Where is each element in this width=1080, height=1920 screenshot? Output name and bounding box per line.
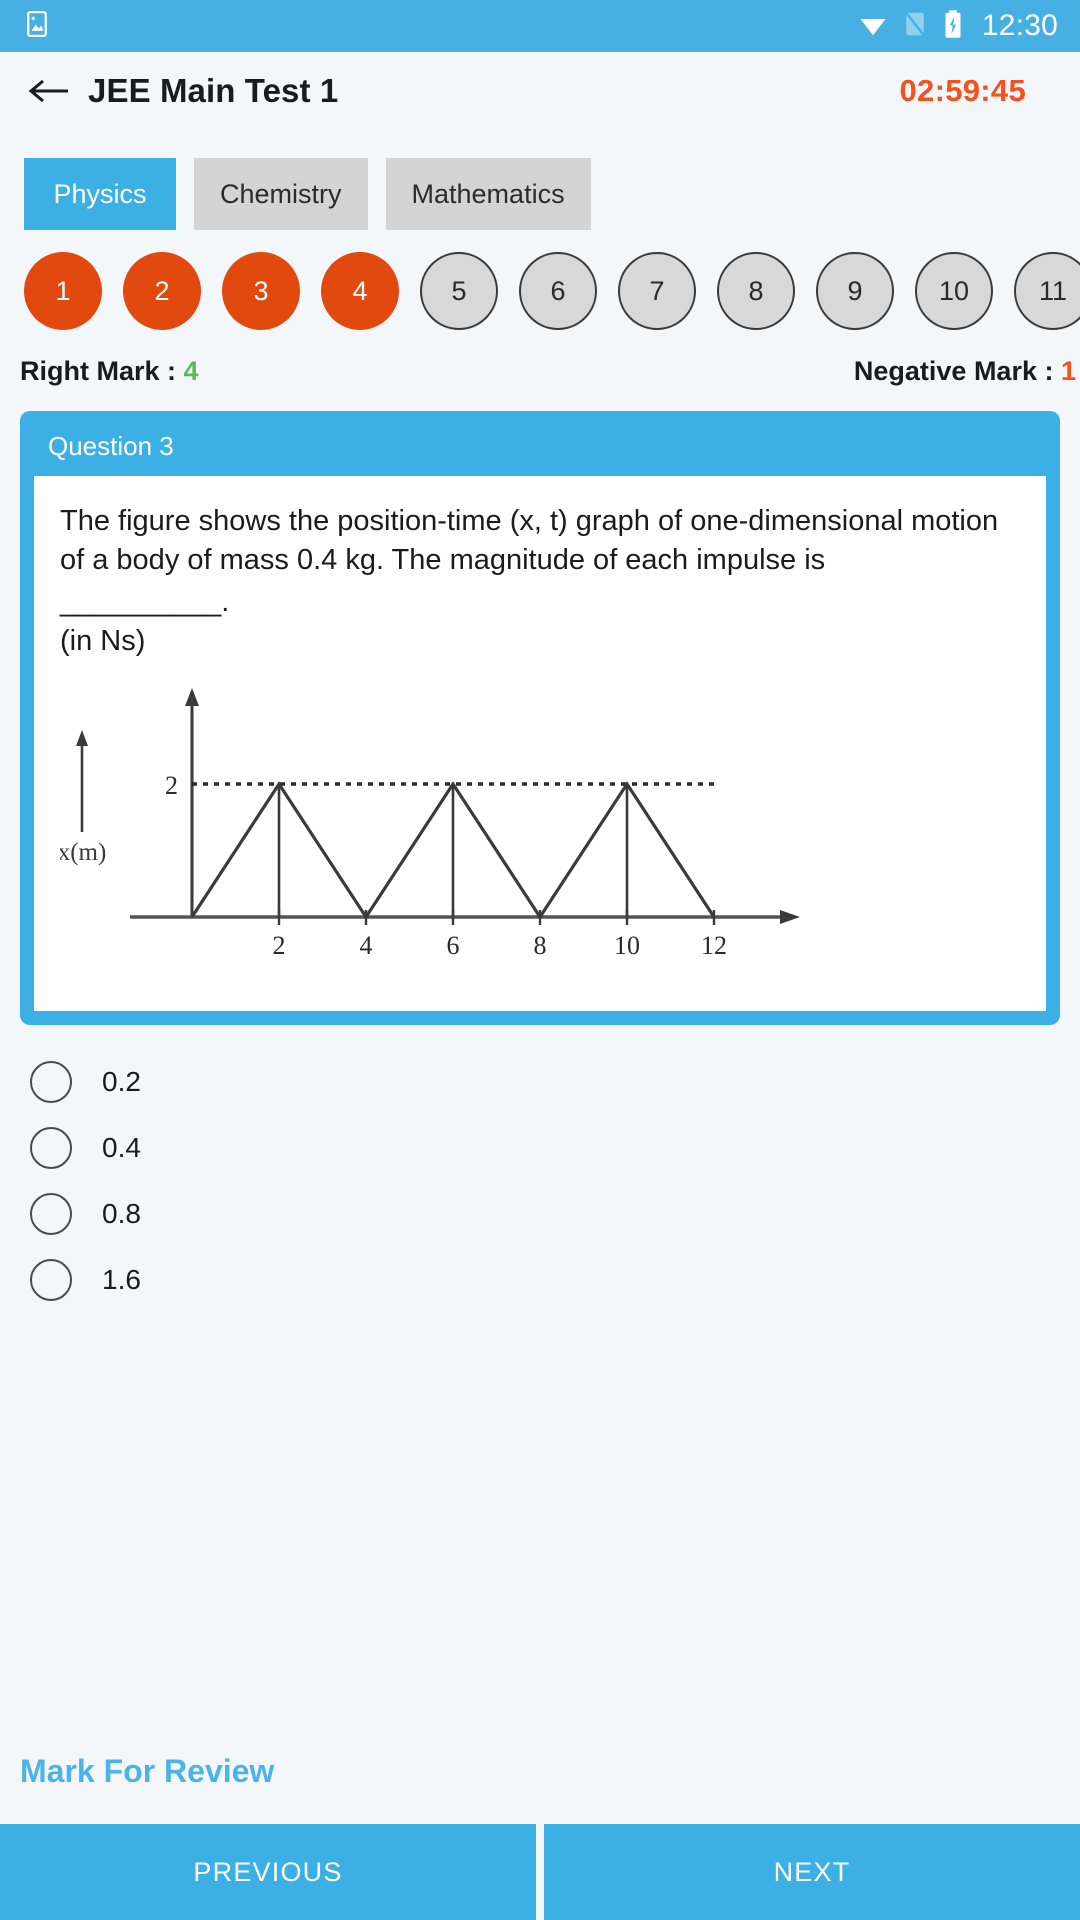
question-number-6[interactable]: 6 [519,252,597,330]
status-bar: 12:30 [0,0,1080,52]
radio-button-icon[interactable] [30,1258,72,1301]
right-mark-value: 4 [183,356,199,386]
page-title: JEE Main Test 1 [88,72,339,109]
previous-button[interactable]: PREVIOUS [0,1824,536,1920]
option-label: 0.2 [102,1065,141,1097]
tab-chemistry[interactable]: Chemistry [194,158,368,230]
question-number-2[interactable]: 2 [123,252,201,330]
negative-mark-label: Negative Mark : [853,356,1061,386]
marks-row: Right Mark : 4 Negative Mark : 1 [0,330,1080,387]
x-tick-6: 6 [447,931,460,960]
wifi-icon [858,9,888,44]
question-blank: __________. [60,586,230,619]
option-row-2[interactable]: 0.8 [30,1189,1080,1238]
question-number-8[interactable]: 8 [717,252,795,330]
question-unit: (in Ns) [60,624,146,657]
option-label: 1.6 [102,1263,141,1295]
bottom-navigation: PREVIOUS NEXT [0,1824,1080,1920]
status-bar-left [22,9,52,44]
no-sim-icon [902,9,928,44]
question-number-label: 2 [154,275,170,306]
countdown-timer: 02:59:45 [899,73,1026,108]
question-number-9[interactable]: 9 [816,252,894,330]
option-row-0[interactable]: 0.2 [30,1057,1080,1106]
question-number-11[interactable]: 11 [1014,252,1080,330]
option-label: 0.4 [102,1131,141,1163]
tab-physics[interactable]: Physics [24,158,176,230]
option-row-1[interactable]: 0.4 [30,1123,1080,1172]
question-number-label: 8 [748,275,764,306]
negative-mark: Negative Mark : 1 [854,356,1080,387]
question-number-1[interactable]: 1 [24,252,102,330]
app-header: JEE Main Test 1 02:59:45 [0,52,1080,130]
radio-button-icon[interactable] [30,1192,72,1235]
back-arrow-icon[interactable] [26,71,72,111]
option-row-3[interactable]: 1.6 [30,1255,1080,1304]
test-screen: 12:30 JEE Main Test 1 02:59:45 Physics C… [0,0,1080,1920]
mark-for-review-link[interactable]: Mark For Review [0,1753,1080,1824]
question-number-4[interactable]: 4 [321,252,399,330]
status-bar-right: 12:30 [858,9,1058,44]
question-text: The figure shows the position-time (x, t… [60,502,1020,660]
question-number-5[interactable]: 5 [420,252,498,330]
subject-tab-bar: Physics Chemistry Mathematics [0,130,1080,230]
question-number-label: 9 [847,275,863,306]
question-card-header: Question 3 [48,431,174,461]
image-icon [22,9,52,44]
tab-physics-label: Physics [53,178,147,209]
right-mark-label: Right Mark : [20,356,184,386]
question-number-label: 5 [451,275,467,306]
y-tick-2: 2 [165,771,178,800]
question-number-label: 6 [550,275,566,306]
battery-charging-icon [942,9,964,44]
question-number-7[interactable]: 7 [618,252,696,330]
question-number-label: 7 [649,275,665,306]
radio-button-icon[interactable] [30,1060,72,1103]
question-number-label: 1 [55,275,71,306]
y-axis-label: x(m) [60,839,106,866]
x-tick-2: 2 [273,931,286,960]
x-tick-8: 8 [534,931,547,960]
radio-button-icon[interactable] [30,1126,72,1169]
right-mark: Right Mark : 4 [20,356,199,387]
option-label: 0.8 [102,1197,141,1229]
answer-options: 0.2 0.4 0.8 1.6 [0,1025,1080,1321]
negative-mark-value: 1 [1060,356,1076,386]
question-number-label: 3 [253,275,269,306]
next-button-label: NEXT [773,1856,851,1887]
x-tick-12: 12 [701,931,727,960]
question-number-strip[interactable]: 1 2 3 4 5 6 7 8 9 10 11 [0,230,1080,330]
question-card: Question 3 The figure shows the position… [20,411,1060,1026]
question-number-label: 10 [938,275,970,306]
question-number-10[interactable]: 10 [915,252,993,330]
tab-chemistry-label: Chemistry [220,178,342,209]
question-number-3[interactable]: 3 [222,252,300,330]
previous-button-label: PREVIOUS [193,1856,343,1887]
question-number-label: 4 [352,275,368,306]
question-statement: The figure shows the position-time (x, t… [60,505,999,576]
tab-mathematics[interactable]: Mathematics [385,158,591,230]
position-time-graph: x(m) 2 2 4 6 8 10 12 [58,682,1020,1016]
tab-mathematics-label: Mathematics [411,178,565,209]
question-number-label: 11 [1038,275,1068,306]
next-button[interactable]: NEXT [544,1824,1080,1920]
x-tick-4: 4 [360,931,373,960]
status-time: 12:30 [981,9,1058,42]
x-tick-10: 10 [614,931,640,960]
question-body: The figure shows the position-time (x, t… [34,476,1046,1016]
